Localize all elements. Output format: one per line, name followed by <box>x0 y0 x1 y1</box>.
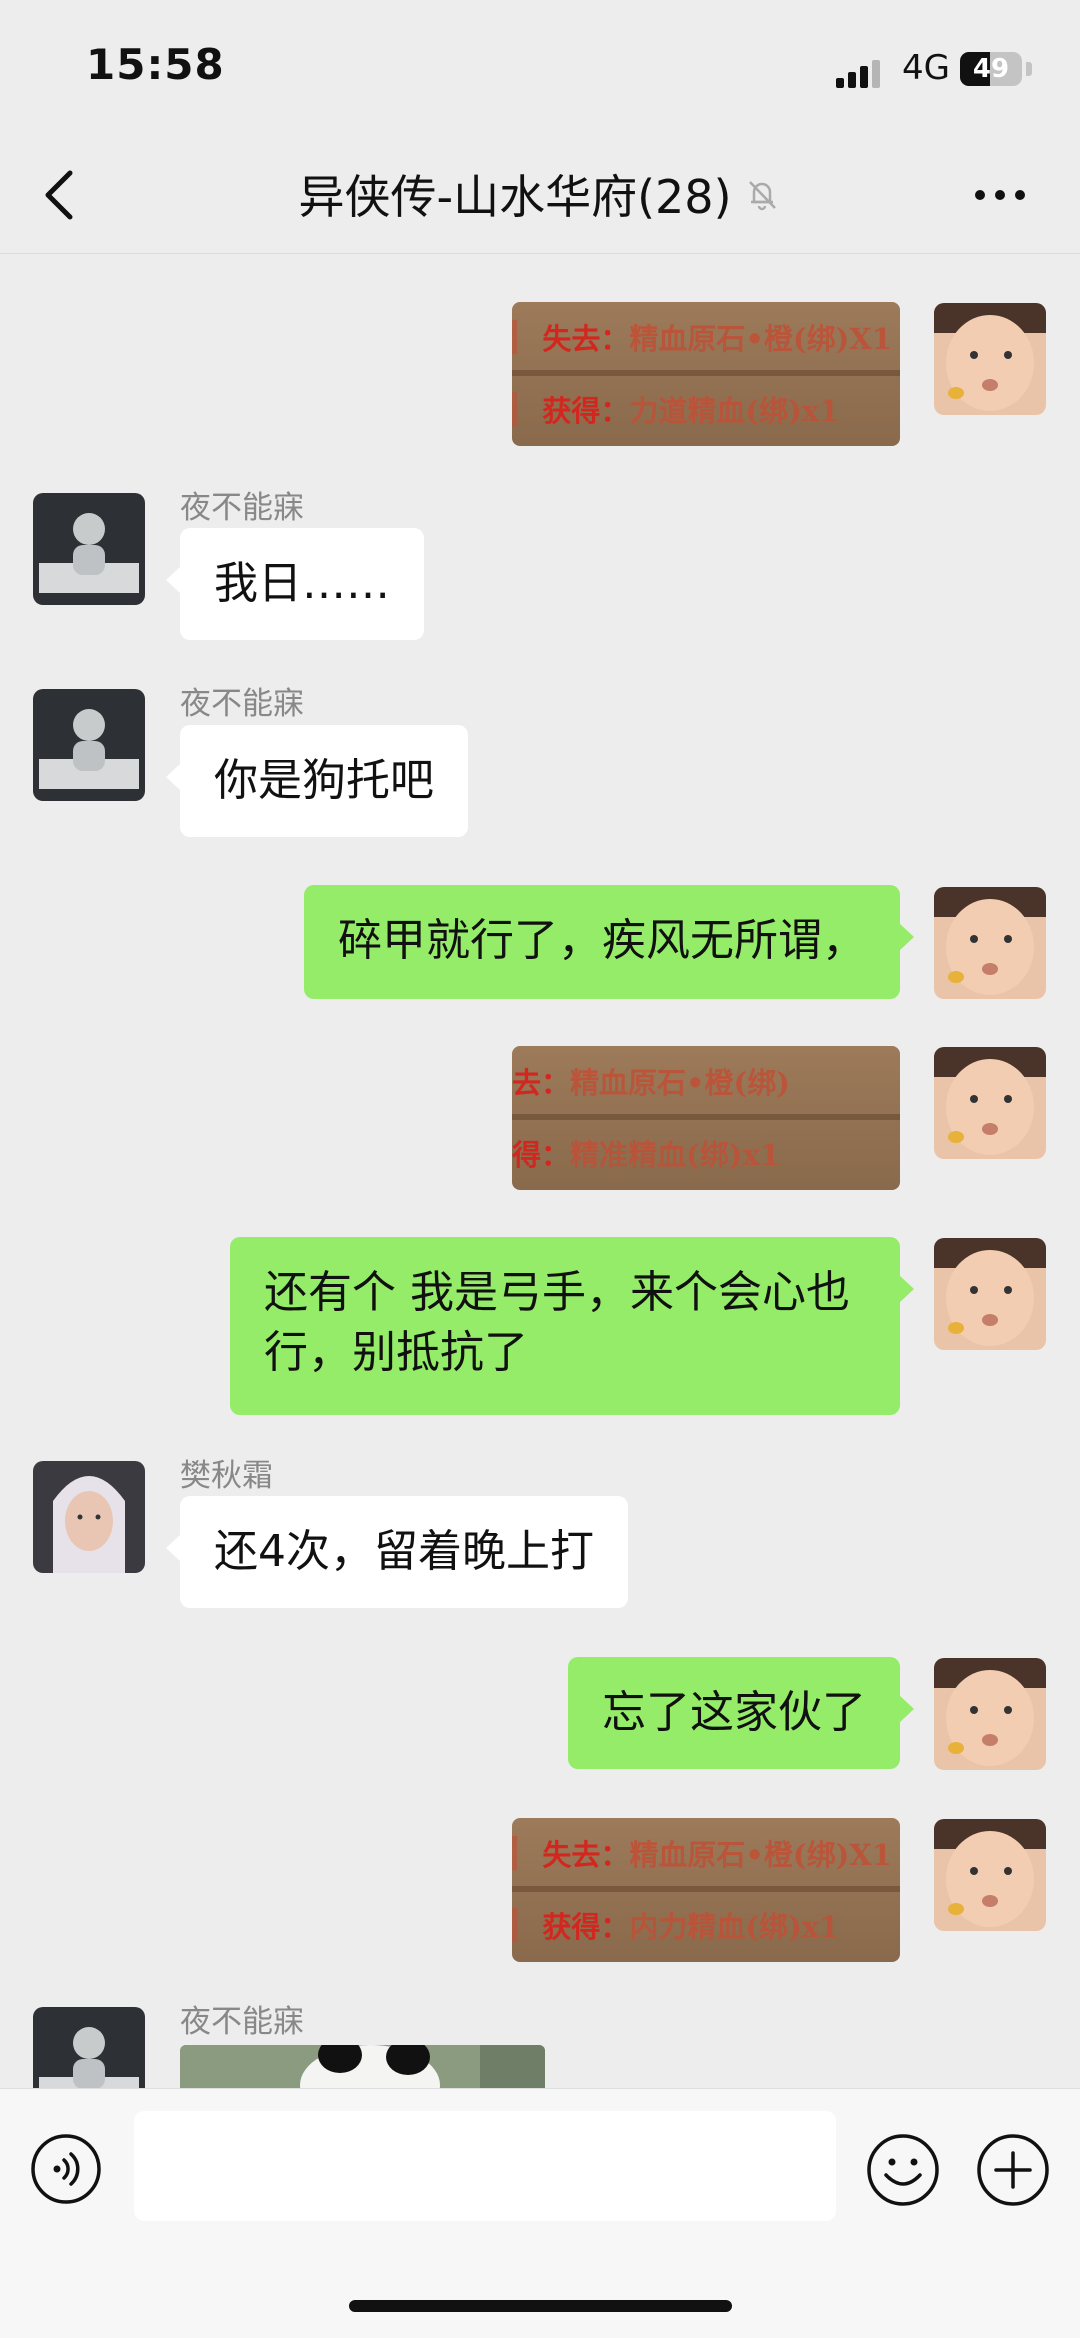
network-type: 4G <box>902 48 950 88</box>
battery-level-text: 49 <box>972 54 1010 84</box>
sender-name: 夜不能寐 <box>180 2004 304 2040</box>
loot-label: 去： <box>512 1066 571 1100</box>
chevron-left-icon[interactable] <box>36 165 86 225</box>
my-avatar[interactable] <box>934 1658 1046 1770</box>
sender-name: 夜不能寐 <box>180 686 304 722</box>
signal-icon <box>836 60 880 88</box>
message-image[interactable]: ▌ 失去： 精血原石•橙(绑)X1 ▌ 获得： 力道精血(绑)x1 <box>512 302 900 446</box>
loot-lost-row: 去： 精血原石•橙(绑) <box>512 1050 900 1112</box>
loot-label: 获得： <box>542 1910 630 1944</box>
battery-cap <box>1026 62 1032 76</box>
status-time: 15:58 <box>86 40 225 89</box>
loot-item: 精准精血(绑)x1 <box>570 1138 780 1172</box>
message-list[interactable]: ▌ 失去： 精血原石•橙(绑)X1 ▌ 获得： 力道精血(绑)x1 夜不能寐 我… <box>0 253 1080 2088</box>
panda-photo <box>180 2045 545 2088</box>
voice-icon[interactable] <box>30 2133 102 2205</box>
message-text: 还4次，留着晚上打 <box>214 1526 594 1577</box>
my-avatar[interactable] <box>934 887 1046 999</box>
message-bubble[interactable]: 还有个 我是弓手，来个会心也 行，别抵抗了 <box>230 1237 914 1415</box>
message-bubble[interactable]: 还4次，留着晚上打 <box>166 1496 628 1608</box>
message-text-line: 行，别抵抗了 <box>264 1327 528 1378</box>
message-text: 我日…… <box>214 558 390 609</box>
message-image[interactable]: 去： 精血原石•橙(绑) 得： 精准精血(绑)x1 <box>512 1046 900 1190</box>
message-bubble[interactable]: 你是狗托吧 <box>166 725 468 837</box>
chat-header: 异侠传-山水华府(28) <box>0 135 1080 254</box>
message-input[interactable] <box>134 2111 836 2221</box>
loot-lost-row: ▌ 失去： 精血原石•橙(绑)X1 <box>512 306 900 368</box>
loot-label: 获得： <box>542 394 630 428</box>
ellipsis-icon[interactable] <box>970 175 1030 215</box>
status-bar: 15:58 4G 49 <box>0 0 1080 135</box>
message-text: 忘了这家伙了 <box>602 1687 866 1738</box>
loot-divider <box>512 1886 900 1892</box>
sender-avatar[interactable] <box>33 689 145 801</box>
loot-divider <box>512 370 900 376</box>
emoji-icon[interactable] <box>866 2133 940 2207</box>
message-bubble[interactable]: 碎甲就行了，疾风无所谓， <box>304 885 914 999</box>
my-avatar[interactable] <box>934 1047 1046 1159</box>
loot-item: 内力精血(绑)x1 <box>629 1910 840 1944</box>
loot-item: 精血原石•橙(绑)X1 <box>629 322 892 356</box>
chat-title-group[interactable]: 异侠传-山水华府(28) <box>200 135 880 253</box>
plus-circle-icon[interactable] <box>976 2133 1050 2207</box>
bell-slash-icon <box>748 181 776 211</box>
my-avatar[interactable] <box>934 1819 1046 1931</box>
chat-title: 异侠传-山水华府(28) <box>298 170 732 224</box>
loot-gain-row: ▌ 获得： 力道精血(绑)x1 <box>512 378 900 440</box>
loot-gain-row: 得： 精准精血(绑)x1 <box>512 1122 900 1184</box>
loot-item: 精血原石•橙(绑) <box>570 1066 790 1100</box>
message-bubble[interactable]: 忘了这家伙了 <box>568 1657 914 1769</box>
input-bar <box>0 2088 1080 2338</box>
sender-avatar[interactable] <box>33 493 145 605</box>
message-text: 你是狗托吧 <box>214 755 434 806</box>
sender-avatar[interactable] <box>33 1461 145 1573</box>
message-text: 碎甲就行了，疾风无所谓， <box>338 915 866 966</box>
battery-icon: 49 <box>960 52 1022 86</box>
message-image[interactable]: ▌ 失去： 精血原石•橙(绑)X1 ▌ 获得： 内力精血(绑)x1 <box>512 1818 900 1962</box>
sender-name: 夜不能寐 <box>180 490 304 526</box>
loot-label: 失去： <box>542 1838 630 1872</box>
my-avatar[interactable] <box>934 303 1046 415</box>
home-indicator[interactable] <box>349 2300 732 2312</box>
loot-label: 得： <box>512 1138 571 1172</box>
message-text-line: 还有个 我是弓手，来个会心也 <box>264 1267 850 1318</box>
loot-gain-row: ▌ 获得： 内力精血(绑)x1 <box>512 1894 900 1956</box>
loot-item: 力道精血(绑)x1 <box>629 394 840 428</box>
sender-avatar[interactable] <box>33 2007 145 2088</box>
sender-name: 樊秋霜 <box>180 1458 273 1494</box>
message-bubble[interactable]: 我日…… <box>166 528 424 640</box>
my-avatar[interactable] <box>934 1238 1046 1350</box>
message-image[interactable] <box>180 2045 545 2088</box>
loot-divider <box>512 1114 900 1120</box>
loot-lost-row: ▌ 失去： 精血原石•橙(绑)X1 <box>512 1822 900 1884</box>
loot-item: 精血原石•橙(绑)X1 <box>629 1838 892 1872</box>
loot-label: 失去： <box>542 322 630 356</box>
